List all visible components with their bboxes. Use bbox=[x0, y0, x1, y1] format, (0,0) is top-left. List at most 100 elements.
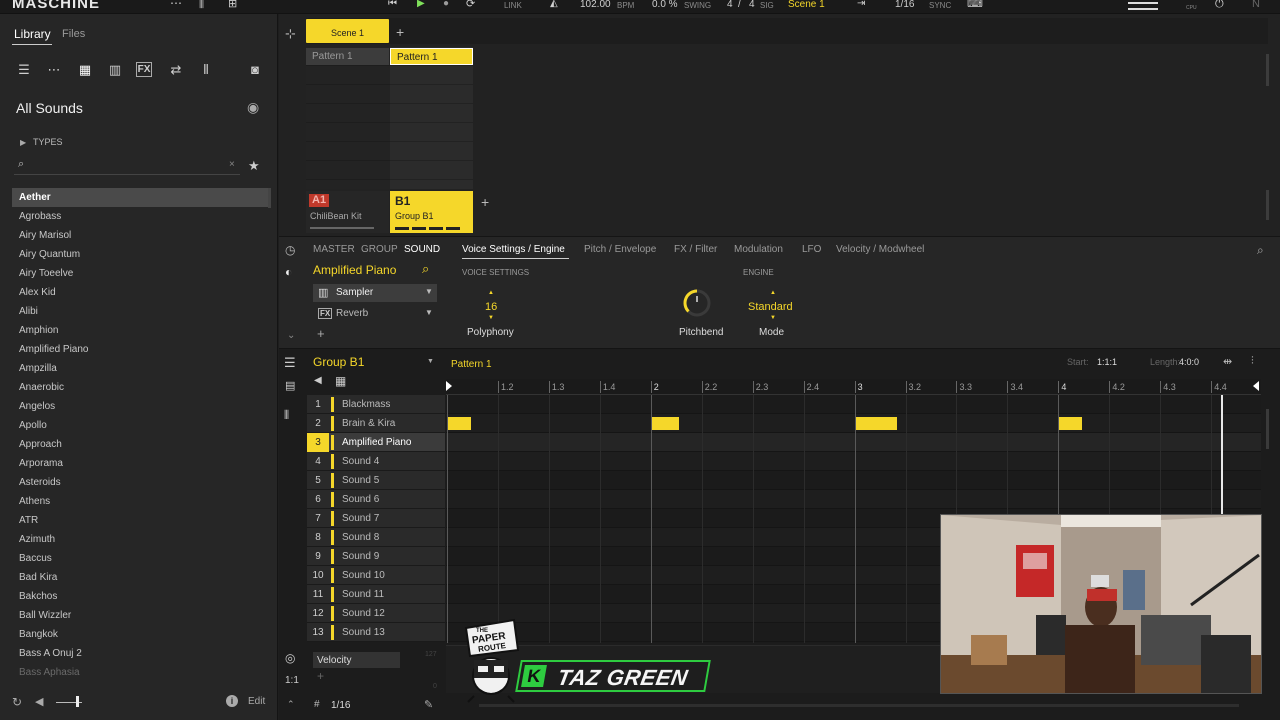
param-search-icon[interactable]: ⌕ bbox=[1257, 243, 1264, 258]
view-menu-icon[interactable]: ☰ bbox=[284, 355, 296, 371]
follow-icon[interactable]: ⇥ bbox=[857, 0, 865, 9]
clear-icon[interactable]: × bbox=[229, 159, 235, 170]
note[interactable] bbox=[651, 417, 680, 430]
sound-slot[interactable]: 3 Amplified Piano bbox=[307, 433, 445, 452]
sound-slot[interactable]: 8 Sound 8 bbox=[307, 528, 445, 547]
speaker-icon[interactable]: ◀ bbox=[314, 375, 322, 386]
sig-denominator[interactable]: 4 bbox=[749, 0, 755, 10]
collapse-up-icon[interactable]: ⌃ bbox=[287, 699, 295, 710]
sound-slot[interactable]: 5 Sound 5 bbox=[307, 471, 445, 490]
follow-icon[interactable]: ⫶ bbox=[1251, 355, 1254, 368]
note[interactable] bbox=[448, 417, 471, 430]
list-item[interactable]: Approach bbox=[12, 435, 268, 454]
menu-icon[interactable]: ⋯ bbox=[170, 0, 182, 9]
note[interactable] bbox=[855, 417, 897, 430]
arranger-scrollbar[interactable] bbox=[1266, 54, 1269, 86]
timeline-ruler[interactable] bbox=[446, 379, 1261, 395]
bpm-value[interactable]: 102.00 bbox=[580, 0, 611, 10]
sound-icon[interactable]: ▦ bbox=[76, 62, 94, 78]
group-icon[interactable]: ⋯ bbox=[45, 62, 63, 78]
grid-quant-value[interactable]: 1/16 bbox=[331, 700, 350, 711]
list-item[interactable]: Azimuth bbox=[12, 530, 268, 549]
list-item[interactable]: Asteroids bbox=[12, 473, 268, 492]
list-item[interactable]: Bass Aphasia bbox=[12, 663, 268, 682]
keyboard-icon[interactable]: ⌨ bbox=[967, 0, 983, 10]
list-item[interactable]: Anaerobic bbox=[12, 378, 268, 397]
pad-grid-icon[interactable]: ▦ bbox=[335, 374, 346, 388]
edit-button[interactable]: Edit bbox=[248, 696, 265, 707]
search-input[interactable] bbox=[36, 157, 226, 172]
scene-display[interactable]: Scene 1 bbox=[788, 0, 825, 10]
library-scrollbar[interactable] bbox=[268, 188, 271, 208]
list-item[interactable]: Bakchos bbox=[12, 587, 268, 606]
list-item[interactable]: Airy Quantum bbox=[12, 245, 268, 264]
list-item[interactable]: Angelos bbox=[12, 397, 268, 416]
plugin-slot-sampler[interactable]: ▥ Sampler ▼ bbox=[313, 284, 437, 302]
group-dropdown-icon[interactable]: ▼ bbox=[427, 358, 434, 365]
swing-value[interactable]: 0.0 % bbox=[652, 0, 678, 10]
mode-value[interactable]: Standard bbox=[748, 301, 793, 313]
speaker-icon[interactable]: ◀ bbox=[35, 695, 43, 708]
list-item[interactable]: Ball Wizzler bbox=[12, 606, 268, 625]
note[interactable] bbox=[1059, 417, 1083, 430]
sound-slot[interactable]: 2 Brain & Kira bbox=[307, 414, 445, 433]
list-item[interactable]: Alibi bbox=[12, 302, 268, 321]
list-item[interactable]: Bass A Onuj 2 bbox=[12, 644, 268, 663]
sig-numerator[interactable]: 4 bbox=[727, 0, 733, 10]
module-icon[interactable]: ◐ bbox=[285, 265, 292, 279]
list-item[interactable]: Aether bbox=[12, 188, 268, 207]
pitchbend-knob[interactable] bbox=[682, 288, 712, 318]
user-icon[interactable]: ◙ bbox=[246, 62, 264, 78]
tab-sound[interactable]: SOUND bbox=[404, 244, 440, 255]
pattern-name[interactable]: Pattern 1 bbox=[451, 359, 492, 370]
tab-fx-filter[interactable]: FX / Filter bbox=[674, 244, 717, 255]
waveform-icon[interactable]: ⫴ bbox=[284, 408, 289, 423]
vertical-scrollbar[interactable] bbox=[1266, 409, 1269, 449]
list-view-icon[interactable]: ▤ bbox=[285, 379, 295, 392]
sample-icon[interactable]: ⫴ bbox=[197, 62, 215, 78]
velocity-icon[interactable]: ◎ bbox=[285, 651, 295, 665]
list-item[interactable]: Bad Kira bbox=[12, 568, 268, 587]
list-item[interactable]: ATR bbox=[12, 511, 268, 530]
list-item[interactable]: Arporama bbox=[12, 454, 268, 473]
instrument-icon[interactable]: ☰ bbox=[15, 62, 33, 78]
tab-velocity-modwheel[interactable]: Velocity / Modwheel bbox=[836, 244, 924, 255]
sound-name[interactable]: Amplified Piano bbox=[313, 263, 396, 277]
tab-files[interactable]: Files bbox=[62, 28, 85, 40]
plugin-view-icon[interactable]: ◷ bbox=[285, 243, 295, 257]
tab-modulation[interactable]: Modulation bbox=[734, 244, 783, 255]
favorite-star-icon[interactable]: ★ bbox=[248, 158, 260, 174]
loop-icon[interactable]: ⇄ bbox=[167, 62, 185, 78]
ratio-icon[interactable]: 1:1 bbox=[285, 675, 299, 686]
scene-header[interactable]: Scene 1 bbox=[306, 19, 389, 43]
add-modulation-button[interactable]: + bbox=[317, 669, 324, 683]
link-label[interactable]: LINK bbox=[504, 1, 522, 11]
types-label[interactable]: TYPES bbox=[33, 137, 63, 147]
sound-slot[interactable]: 4 Sound 4 bbox=[307, 452, 445, 471]
browser-icon[interactable]: ⫼ bbox=[199, 0, 204, 10]
loop-end-marker[interactable] bbox=[1253, 381, 1259, 391]
list-item[interactable]: Alex Kid bbox=[12, 283, 268, 302]
mode-down-icon[interactable]: ▼ bbox=[770, 315, 776, 321]
pencil-icon[interactable]: ✎ bbox=[424, 698, 433, 711]
fx-icon[interactable]: FX bbox=[136, 62, 152, 77]
power-icon[interactable]: ⏻ bbox=[1215, 0, 1224, 10]
list-item[interactable]: Airy Marisol bbox=[12, 226, 268, 245]
tab-pitch-envelope[interactable]: Pitch / Envelope bbox=[584, 244, 656, 255]
polyphony-value[interactable]: 16 bbox=[485, 301, 497, 313]
add-plugin-button[interactable]: + bbox=[317, 326, 325, 341]
piano-icon[interactable]: ▥ bbox=[106, 62, 124, 78]
sound-slot[interactable]: 6 Sound 6 bbox=[307, 490, 445, 509]
play-icon[interactable]: ▶ bbox=[417, 0, 425, 9]
sound-slot[interactable]: 1 Blackmass bbox=[307, 395, 445, 414]
length-value[interactable]: 4:0:0 bbox=[1179, 357, 1199, 367]
plugin-slot-reverb[interactable]: FX Reverb ▼ bbox=[313, 305, 437, 323]
tab-lfo[interactable]: LFO bbox=[802, 244, 821, 255]
sound-slot[interactable]: 12 Sound 12 bbox=[307, 604, 445, 623]
polyphony-down-icon[interactable]: ▼ bbox=[488, 315, 494, 321]
horizontal-scrollbar[interactable] bbox=[479, 704, 1239, 707]
add-group-button[interactable]: + bbox=[481, 194, 489, 210]
loop-icon[interactable]: ⟳ bbox=[466, 0, 475, 10]
restart-icon[interactable]: ⏮ bbox=[388, 0, 397, 9]
tab-voice-settings[interactable]: Voice Settings / Engine bbox=[462, 244, 565, 255]
